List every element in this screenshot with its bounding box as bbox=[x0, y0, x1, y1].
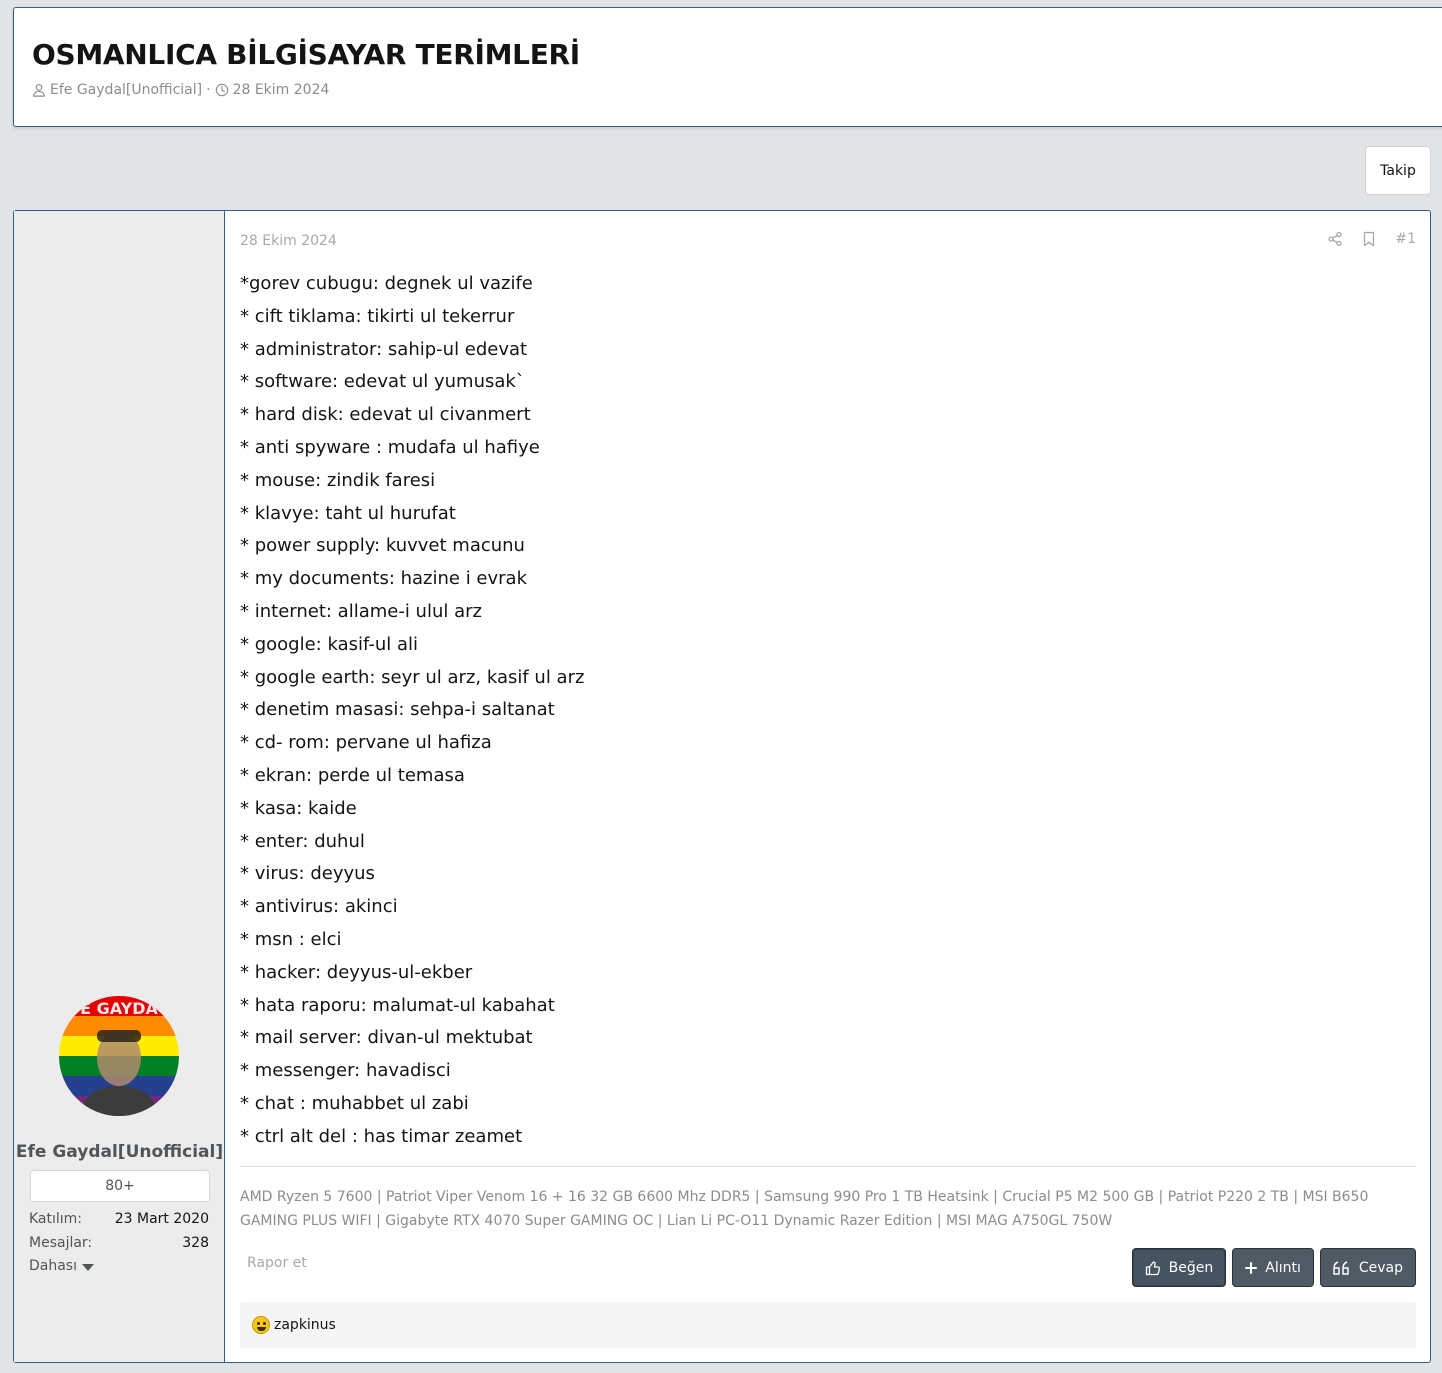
post-line: * google: kasif-ul ali bbox=[240, 633, 418, 655]
bookmark-icon[interactable] bbox=[1361, 231, 1377, 247]
post-line: * ekran: perde ul temasa bbox=[240, 764, 465, 786]
post-line: * messenger: havadisci bbox=[240, 1060, 451, 1082]
report-link[interactable]: Rapor et bbox=[247, 1255, 307, 1271]
user-joined: Katılım: 23 Mart 2020 bbox=[29, 1211, 209, 1227]
user-banner: 80+ bbox=[30, 1170, 210, 1202]
post-date[interactable]: 28 Ekim 2024 bbox=[240, 233, 337, 249]
meta-separator: · bbox=[206, 82, 211, 98]
rofl-emoji-icon bbox=[252, 1316, 270, 1334]
post-line: * hacker: deyyus-ul-ekber bbox=[240, 961, 473, 983]
joined-value: 23 Mart 2020 bbox=[114, 1211, 209, 1227]
post-username[interactable]: Efe Gaydal[Unofficial] bbox=[14, 1142, 225, 1162]
signature: AMD Ryzen 5 7600 | Patriot Viper Venom 1… bbox=[240, 1189, 1369, 1229]
post-line: * my documents: hazine i evrak bbox=[240, 568, 528, 590]
user-more-toggle[interactable]: Dahası bbox=[29, 1258, 94, 1274]
thread-title: OSMANLICA BİLGİSAYAR TERİMLERİ bbox=[32, 38, 580, 71]
more-label: Dahası bbox=[29, 1258, 77, 1274]
post-actions: #1 bbox=[1327, 231, 1416, 247]
follow-button[interactable]: Takip bbox=[1365, 146, 1431, 195]
thread-author[interactable]: Efe Gaydal[Unofficial] bbox=[50, 82, 202, 98]
post-line: * hard disk: edevat ul civanmert bbox=[240, 404, 531, 426]
joined-label: Katılım: bbox=[29, 1211, 83, 1227]
post-line: *gorev cubugu: degnek ul vazife bbox=[240, 273, 533, 294]
post-line: * software: edevat ul yumusak` bbox=[240, 371, 525, 393]
post-line: * enter: duhul bbox=[240, 830, 365, 852]
svg-text:E GAYDA: E GAYDA bbox=[80, 999, 158, 1018]
post-line: * internet: allame-i ulul arz bbox=[240, 600, 482, 622]
post-line: * klavye: taht ul hurufat bbox=[240, 502, 456, 524]
thread-date[interactable]: 28 Ekim 2024 bbox=[233, 82, 330, 98]
post-line: * cd- rom: pervane ul hafiza bbox=[240, 732, 492, 754]
reply-label: Cevap bbox=[1358, 1259, 1403, 1276]
like-label: Beğen bbox=[1168, 1259, 1214, 1276]
reaction-users[interactable]: zapkinus bbox=[274, 1317, 336, 1333]
post-line: * cift tiklama: tikirti ul tekerrur bbox=[240, 305, 515, 327]
post-line: * power supply: kuvvet macunu bbox=[240, 535, 525, 557]
avatar-image: E GAYDA bbox=[59, 996, 179, 1116]
post-user-cell: E GAYDA Efe Gaydal[Unofficial] 80+ Katıl… bbox=[14, 211, 225, 1362]
post-line: * chat : muhabbet ul zabi bbox=[240, 1092, 469, 1114]
thread-header: OSMANLICA BİLGİSAYAR TERİMLERİ Efe Gayda… bbox=[13, 7, 1442, 127]
post-line: * mouse: zindik faresi bbox=[240, 469, 436, 491]
post-line: * denetim masasi: sehpa-i saltanat bbox=[240, 699, 555, 721]
share-icon[interactable] bbox=[1327, 231, 1343, 247]
thumbs-up-icon bbox=[1145, 1260, 1160, 1275]
quote-label: Alıntı bbox=[1265, 1259, 1301, 1276]
post-line: * hata raporu: malumat-ul kabahat bbox=[240, 994, 555, 1016]
post-main-cell: 28 Ekim 2024 #1 *gorev cubugu: degnek ul… bbox=[240, 211, 1416, 1362]
post: E GAYDA Efe Gaydal[Unofficial] 80+ Katıl… bbox=[13, 210, 1431, 1363]
messages-value[interactable]: 328 bbox=[182, 1235, 209, 1251]
thread-meta: Efe Gaydal[Unofficial] · 28 Ekim 2024 bbox=[32, 82, 329, 98]
quote-marks-icon bbox=[1333, 1260, 1349, 1275]
avatar[interactable]: E GAYDA bbox=[59, 996, 179, 1116]
user-messages: Mesajlar: 328 bbox=[29, 1235, 209, 1251]
post-line: * administrator: sahip-ul edevat bbox=[240, 338, 528, 360]
post-body: *gorev cubugu: degnek ul vazife * cift ti… bbox=[240, 268, 1416, 1154]
like-button[interactable]: Beğen bbox=[1131, 1248, 1227, 1287]
post-line: * msn : elci bbox=[240, 928, 342, 950]
signature-divider bbox=[240, 1166, 1416, 1167]
reply-button[interactable]: Cevap bbox=[1319, 1248, 1416, 1287]
post-line: * google earth: seyr ul arz, kasif ul ar… bbox=[240, 666, 585, 688]
quote-button[interactable]: Alıntı bbox=[1232, 1248, 1314, 1287]
user-icon bbox=[33, 84, 45, 97]
post-number[interactable]: #1 bbox=[1395, 231, 1416, 247]
post-line: * antivirus: akinci bbox=[240, 896, 398, 918]
post-buttons: Beğen Alıntı Cevap bbox=[1131, 1248, 1416, 1287]
post-line: * anti spyware : mudafa ul hafiye bbox=[240, 436, 540, 458]
plus-icon bbox=[1245, 1261, 1258, 1274]
post-line: * kasa: kaide bbox=[240, 797, 357, 819]
post-line: * virus: deyyus bbox=[240, 863, 375, 885]
reactions-bar: zapkinus bbox=[240, 1302, 1416, 1348]
clock-icon bbox=[215, 83, 228, 97]
messages-label: Mesajlar: bbox=[29, 1235, 93, 1251]
caret-down-icon bbox=[82, 1263, 94, 1271]
post-line: * mail server: divan-ul mektubat bbox=[240, 1027, 533, 1049]
post-line: * ctrl alt del : has timar zeamet bbox=[240, 1125, 523, 1147]
